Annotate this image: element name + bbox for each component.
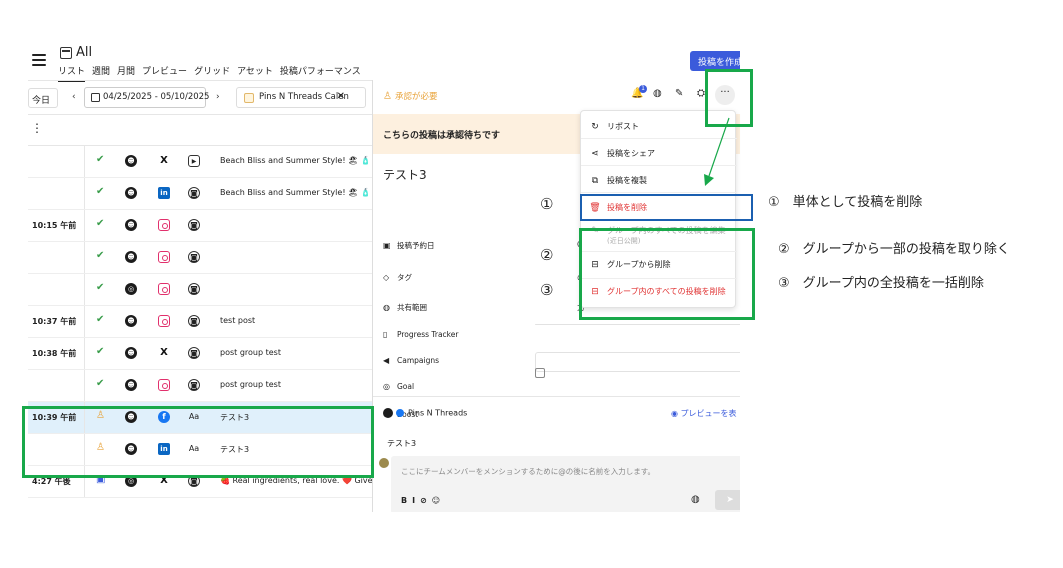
note-2: ② グループから一部の投稿を取り除く [778, 242, 1010, 257]
note-1: ① 単体として投稿を削除 [768, 195, 923, 210]
marker-3: ③ [540, 281, 554, 299]
marker-1: ① [540, 195, 554, 213]
note-3: ③ グループ内の全投稿を一括削除 [778, 276, 984, 291]
marker-2: ② [540, 246, 554, 264]
